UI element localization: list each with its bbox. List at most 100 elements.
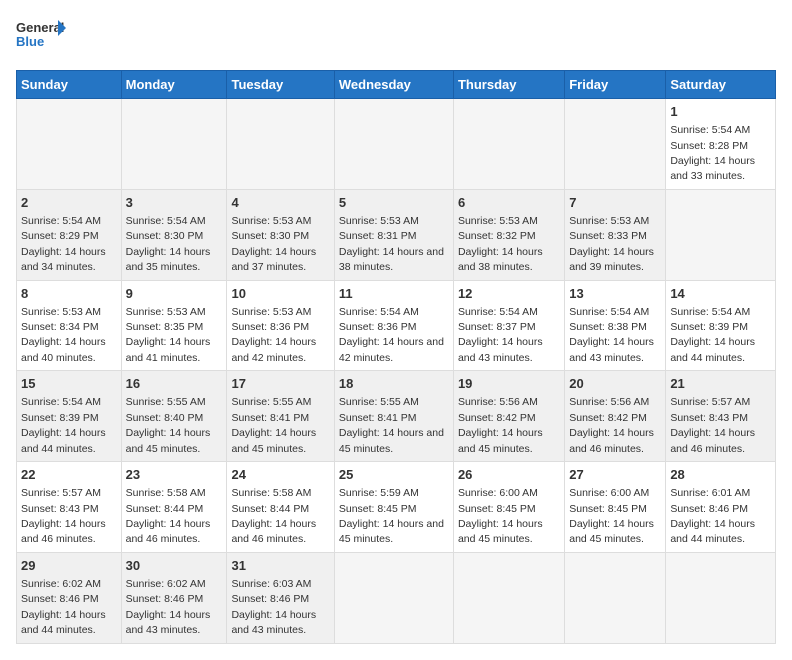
day-info: Sunrise: 5:57 AMSunset: 8:43 PMDaylight:… [670,396,755,454]
day-number: 19 [458,375,560,393]
calendar-week-row: 1Sunrise: 5:54 AMSunset: 8:28 PMDaylight… [17,99,776,190]
day-info: Sunrise: 5:55 AMSunset: 8:41 PMDaylight:… [231,396,316,454]
calendar-cell [565,99,666,190]
calendar-cell: 23Sunrise: 5:58 AMSunset: 8:44 PMDayligh… [121,462,227,553]
calendar-cell: 8 Sunrise: 5:53 AMSunset: 8:34 PMDaylight… [17,280,122,371]
page-header: General Blue [16,16,776,58]
day-number: 25 [339,466,449,484]
day-info: Sunrise: 6:02 AMSunset: 8:46 PMDaylight:… [126,578,211,636]
day-info: Sunrise: 5:53 AMSunset: 8:34 PMDaylight:… [21,306,106,364]
calendar-cell: 22 Sunrise: 5:57 AMSunset: 8:43 PMDayligh… [17,462,122,553]
day-info: Sunrise: 5:57 AMSunset: 8:43 PMDaylight:… [21,487,106,545]
calendar-cell [666,552,776,643]
calendar-cell: 21 Sunrise: 5:57 AMSunset: 8:43 PMDayligh… [666,371,776,462]
calendar-cell: 26Sunrise: 6:00 AMSunset: 8:45 PMDayligh… [453,462,564,553]
calendar-cell: 31 Sunrise: 6:03 AMSunset: 8:46 PMDayligh… [227,552,334,643]
calendar-cell [17,99,122,190]
calendar-week-row: 8 Sunrise: 5:53 AMSunset: 8:34 PMDaylight… [17,280,776,371]
header-day: Thursday [453,71,564,99]
calendar-cell: 2Sunrise: 5:54 AMSunset: 8:29 PMDaylight… [17,189,122,280]
header-day: Monday [121,71,227,99]
calendar-week-row: 2Sunrise: 5:54 AMSunset: 8:29 PMDaylight… [17,189,776,280]
calendar-week-row: 15 Sunrise: 5:54 AMSunset: 8:39 PMDayligh… [17,371,776,462]
day-info: Sunrise: 5:53 AMSunset: 8:33 PMDaylight:… [569,215,654,273]
calendar-cell: 27 Sunrise: 6:00 AMSunset: 8:45 PMDayligh… [565,462,666,553]
calendar-cell: 29 Sunrise: 6:02 AMSunset: 8:46 PMDayligh… [17,552,122,643]
header-row: SundayMondayTuesdayWednesdayThursdayFrid… [17,71,776,99]
calendar-cell: 3Sunrise: 5:54 AMSunset: 8:30 PMDaylight… [121,189,227,280]
calendar-cell [565,552,666,643]
calendar-cell [121,99,227,190]
calendar-cell: 30 Sunrise: 6:02 AMSunset: 8:46 PMDayligh… [121,552,227,643]
day-info: Sunrise: 5:53 AMSunset: 8:36 PMDaylight:… [231,306,316,364]
calendar-week-row: 29 Sunrise: 6:02 AMSunset: 8:46 PMDayligh… [17,552,776,643]
day-number: 12 [458,285,560,303]
day-info: Sunrise: 6:01 AMSunset: 8:46 PMDaylight:… [670,487,755,545]
day-info: Sunrise: 6:03 AMSunset: 8:46 PMDaylight:… [231,578,316,636]
day-number: 9 [126,285,223,303]
calendar-cell: 19Sunrise: 5:56 AMSunset: 8:42 PMDayligh… [453,371,564,462]
day-number: 29 [21,557,117,575]
calendar-cell: 17 Sunrise: 5:55 AMSunset: 8:41 PMDayligh… [227,371,334,462]
day-number: 3 [126,194,223,212]
day-number: 17 [231,375,329,393]
day-number: 23 [126,466,223,484]
day-number: 30 [126,557,223,575]
calendar-cell [227,99,334,190]
calendar-cell: 28Sunrise: 6:01 AMSunset: 8:46 PMDayligh… [666,462,776,553]
calendar-cell: 12 Sunrise: 5:54 AMSunset: 8:37 PMDayligh… [453,280,564,371]
day-number: 11 [339,285,449,303]
day-info: Sunrise: 5:54 AMSunset: 8:39 PMDaylight:… [670,306,755,364]
calendar-cell [453,99,564,190]
calendar-cell: 25 Sunrise: 5:59 AMSunset: 8:45 PMDayligh… [334,462,453,553]
svg-text:General: General [16,20,64,35]
day-number: 21 [670,375,771,393]
day-number: 10 [231,285,329,303]
day-info: Sunrise: 6:02 AMSunset: 8:46 PMDaylight:… [21,578,106,636]
day-number: 27 [569,466,661,484]
calendar-cell: 5Sunrise: 5:53 AMSunset: 8:31 PMDaylight… [334,189,453,280]
calendar-cell: 7Sunrise: 5:53 AMSunset: 8:33 PMDaylight… [565,189,666,280]
header-day: Saturday [666,71,776,99]
calendar-cell: 11 Sunrise: 5:54 AMSunset: 8:36 PMDayligh… [334,280,453,371]
day-info: Sunrise: 5:53 AMSunset: 8:35 PMDaylight:… [126,306,211,364]
day-info: Sunrise: 5:56 AMSunset: 8:42 PMDaylight:… [569,396,654,454]
logo-svg: General Blue [16,16,66,58]
day-info: Sunrise: 5:53 AMSunset: 8:32 PMDaylight:… [458,215,543,273]
day-info: Sunrise: 5:54 AMSunset: 8:37 PMDaylight:… [458,306,543,364]
calendar-table: SundayMondayTuesdayWednesdayThursdayFrid… [16,70,776,644]
day-number: 6 [458,194,560,212]
calendar-cell: 16 Sunrise: 5:55 AMSunset: 8:40 PMDayligh… [121,371,227,462]
day-info: Sunrise: 5:54 AMSunset: 8:36 PMDaylight:… [339,306,444,364]
header-day: Tuesday [227,71,334,99]
calendar-cell: 20Sunrise: 5:56 AMSunset: 8:42 PMDayligh… [565,371,666,462]
calendar-cell [334,99,453,190]
calendar-cell [666,189,776,280]
calendar-cell: 13Sunrise: 5:54 AMSunset: 8:38 PMDayligh… [565,280,666,371]
day-number: 8 [21,285,117,303]
day-info: Sunrise: 6:00 AMSunset: 8:45 PMDaylight:… [458,487,543,545]
calendar-cell [453,552,564,643]
day-info: Sunrise: 5:55 AMSunset: 8:40 PMDaylight:… [126,396,211,454]
day-number: 4 [231,194,329,212]
day-number: 16 [126,375,223,393]
calendar-cell: 9 Sunrise: 5:53 AMSunset: 8:35 PMDaylight… [121,280,227,371]
day-info: Sunrise: 5:59 AMSunset: 8:45 PMDaylight:… [339,487,444,545]
day-info: Sunrise: 5:53 AMSunset: 8:30 PMDaylight:… [231,215,316,273]
calendar-week-row: 22 Sunrise: 5:57 AMSunset: 8:43 PMDayligh… [17,462,776,553]
day-number: 24 [231,466,329,484]
calendar-cell: 24Sunrise: 5:58 AMSunset: 8:44 PMDayligh… [227,462,334,553]
calendar-cell: 6 Sunrise: 5:53 AMSunset: 8:32 PMDaylight… [453,189,564,280]
calendar-cell: 14 Sunrise: 5:54 AMSunset: 8:39 PMDayligh… [666,280,776,371]
day-info: Sunrise: 5:54 AMSunset: 8:28 PMDaylight:… [670,124,755,182]
day-info: Sunrise: 6:00 AMSunset: 8:45 PMDaylight:… [569,487,654,545]
day-number: 22 [21,466,117,484]
calendar-cell [334,552,453,643]
day-number: 18 [339,375,449,393]
day-number: 15 [21,375,117,393]
day-info: Sunrise: 5:54 AMSunset: 8:39 PMDaylight:… [21,396,106,454]
day-number: 14 [670,285,771,303]
day-number: 31 [231,557,329,575]
logo: General Blue [16,16,66,58]
day-info: Sunrise: 5:55 AMSunset: 8:41 PMDaylight:… [339,396,444,454]
